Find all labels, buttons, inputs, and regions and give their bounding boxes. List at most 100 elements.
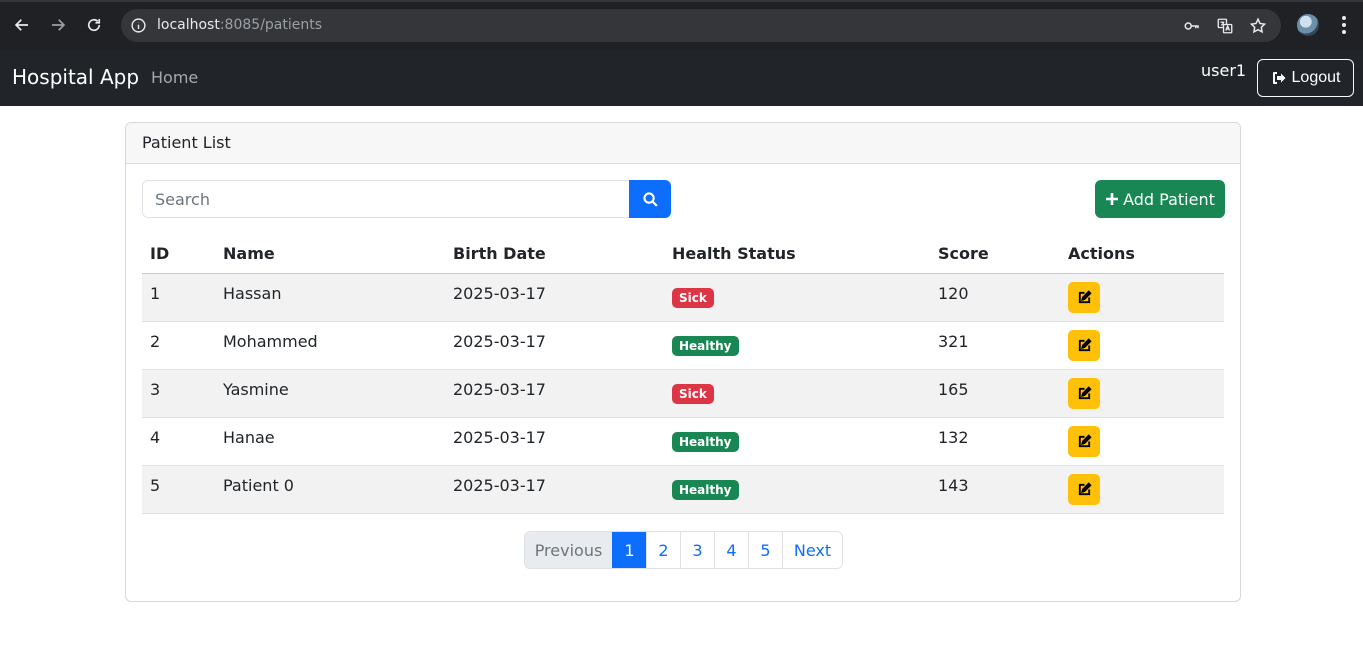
cell-id: 3 (150, 380, 161, 399)
cell-birth-date: 2025-03-17 (453, 284, 546, 303)
table-row: 2 Mohammed 2025-03-17 Healthy 321 (142, 322, 1224, 370)
cell-birth-date: 2025-03-17 (453, 380, 546, 399)
page-3[interactable]: 3 (680, 532, 714, 568)
cell-id: 2 (150, 332, 161, 351)
logout-button[interactable]: Logout (1257, 59, 1354, 97)
reload-icon (87, 18, 101, 32)
status-badge: Healthy (672, 479, 739, 500)
search-input[interactable] (142, 180, 630, 218)
page-5[interactable]: 5 (748, 532, 782, 568)
table-row: 1 Hassan 2025-03-17 Sick 120 (142, 274, 1224, 322)
brand-link[interactable]: Hospital App (12, 65, 139, 89)
header-actions: Actions (1068, 244, 1135, 263)
table-header-row: ID Name Birth Date Health Status Score A… (142, 234, 1224, 274)
header-id: ID (150, 244, 170, 263)
edit-icon (1078, 338, 1092, 352)
cell-name: Hanae (223, 428, 275, 447)
cell-score: 321 (938, 332, 969, 351)
app-navbar: Hospital App Home user1 Logout (0, 50, 1363, 106)
profile-avatar[interactable] (1297, 14, 1319, 36)
cell-name: Hassan (223, 284, 282, 303)
cell-birth-date: 2025-03-17 (453, 332, 546, 351)
table-row: 4 Hanae 2025-03-17 Healthy 132 (142, 418, 1224, 466)
edit-patient-button[interactable] (1068, 282, 1100, 313)
patient-list-card: Patient List Add Patient ID Name Birth D… (125, 122, 1241, 602)
site-info-icon[interactable] (130, 17, 147, 34)
edit-icon (1078, 386, 1092, 400)
status-badge: Healthy (672, 431, 739, 452)
cell-health-status: Healthy (672, 418, 739, 465)
header-name: Name (223, 244, 275, 263)
pagination-previous[interactable]: Previous (525, 532, 612, 568)
cell-score: 165 (938, 380, 969, 399)
menu-kebab-icon[interactable] (1334, 14, 1354, 36)
translate-icon[interactable] (1216, 17, 1234, 35)
cell-actions (1068, 370, 1100, 417)
arrow-left-icon (14, 19, 28, 31)
cell-score: 120 (938, 284, 969, 303)
header-health-status: Health Status (672, 244, 796, 263)
cell-health-status: Healthy (672, 466, 739, 513)
pagination-next[interactable]: Next (782, 532, 842, 568)
search-button[interactable] (629, 180, 671, 218)
sign-out-icon (1272, 72, 1286, 84)
patients-table: ID Name Birth Date Health Status Score A… (142, 234, 1224, 514)
logout-label: Logout (1291, 69, 1341, 86)
header-score: Score (938, 244, 989, 263)
cell-birth-date: 2025-03-17 (453, 428, 546, 447)
cell-health-status: Sick (672, 274, 714, 321)
url-host: localhost (157, 17, 220, 33)
add-patient-label: Add Patient (1123, 189, 1215, 209)
search-icon (642, 191, 658, 207)
username-label: user1 (1201, 61, 1247, 80)
cell-id: 4 (150, 428, 161, 447)
star-icon[interactable] (1249, 17, 1267, 35)
pagination: Previous 1 2 3 4 5 Next (524, 531, 843, 569)
cell-birth-date: 2025-03-17 (453, 476, 546, 495)
edit-patient-button[interactable] (1068, 474, 1100, 505)
tab-strip (0, 0, 1363, 2)
edit-patient-button[interactable] (1068, 378, 1100, 409)
table-body: 1 Hassan 2025-03-17 Sick 120 2 Mohammed 2025-03… (142, 274, 1224, 514)
edit-icon (1078, 434, 1092, 448)
url-text[interactable]: localhost:8085/patients (157, 17, 322, 33)
nav-home-link[interactable]: Home (151, 68, 198, 87)
edit-patient-button[interactable] (1068, 426, 1100, 457)
table-row: 3 Yasmine 2025-03-17 Sick 165 (142, 370, 1224, 418)
cell-name: Patient 0 (223, 476, 294, 495)
header-birth-date: Birth Date (453, 244, 546, 263)
status-badge: Sick (672, 383, 714, 404)
cell-score: 143 (938, 476, 969, 495)
page-1[interactable]: 1 (612, 532, 646, 568)
status-badge: Sick (672, 287, 714, 308)
address-bar[interactable]: localhost:8085/patients (121, 9, 1281, 42)
table-row: 5 Patient 0 2025-03-17 Healthy 143 (142, 466, 1224, 514)
cell-score: 132 (938, 428, 969, 447)
browser-toolbar: localhost:8085/patients (0, 0, 1363, 50)
search-group (142, 180, 671, 218)
cell-actions (1068, 418, 1100, 465)
cell-actions (1068, 322, 1100, 369)
edit-icon (1078, 482, 1092, 496)
page-4[interactable]: 4 (714, 532, 748, 568)
url-path: :8085/patients (219, 17, 323, 33)
cell-name: Yasmine (223, 380, 289, 399)
page-2[interactable]: 2 (646, 532, 680, 568)
edit-icon (1078, 290, 1092, 304)
cell-health-status: Sick (672, 370, 714, 417)
back-button[interactable] (10, 13, 34, 37)
cell-actions (1068, 466, 1100, 513)
cell-id: 1 (150, 284, 161, 303)
add-patient-button[interactable]: Add Patient (1095, 180, 1225, 218)
cell-name: Mohammed (223, 332, 318, 351)
reload-button[interactable] (82, 13, 106, 37)
key-icon[interactable] (1183, 17, 1201, 35)
cell-health-status: Healthy (672, 322, 739, 369)
cell-actions (1068, 274, 1100, 321)
card-title: Patient List (126, 123, 1240, 164)
forward-button[interactable] (46, 13, 70, 37)
edit-patient-button[interactable] (1068, 330, 1100, 361)
plus-icon (1106, 193, 1119, 205)
cell-id: 5 (150, 476, 161, 495)
arrow-right-icon (52, 19, 66, 31)
